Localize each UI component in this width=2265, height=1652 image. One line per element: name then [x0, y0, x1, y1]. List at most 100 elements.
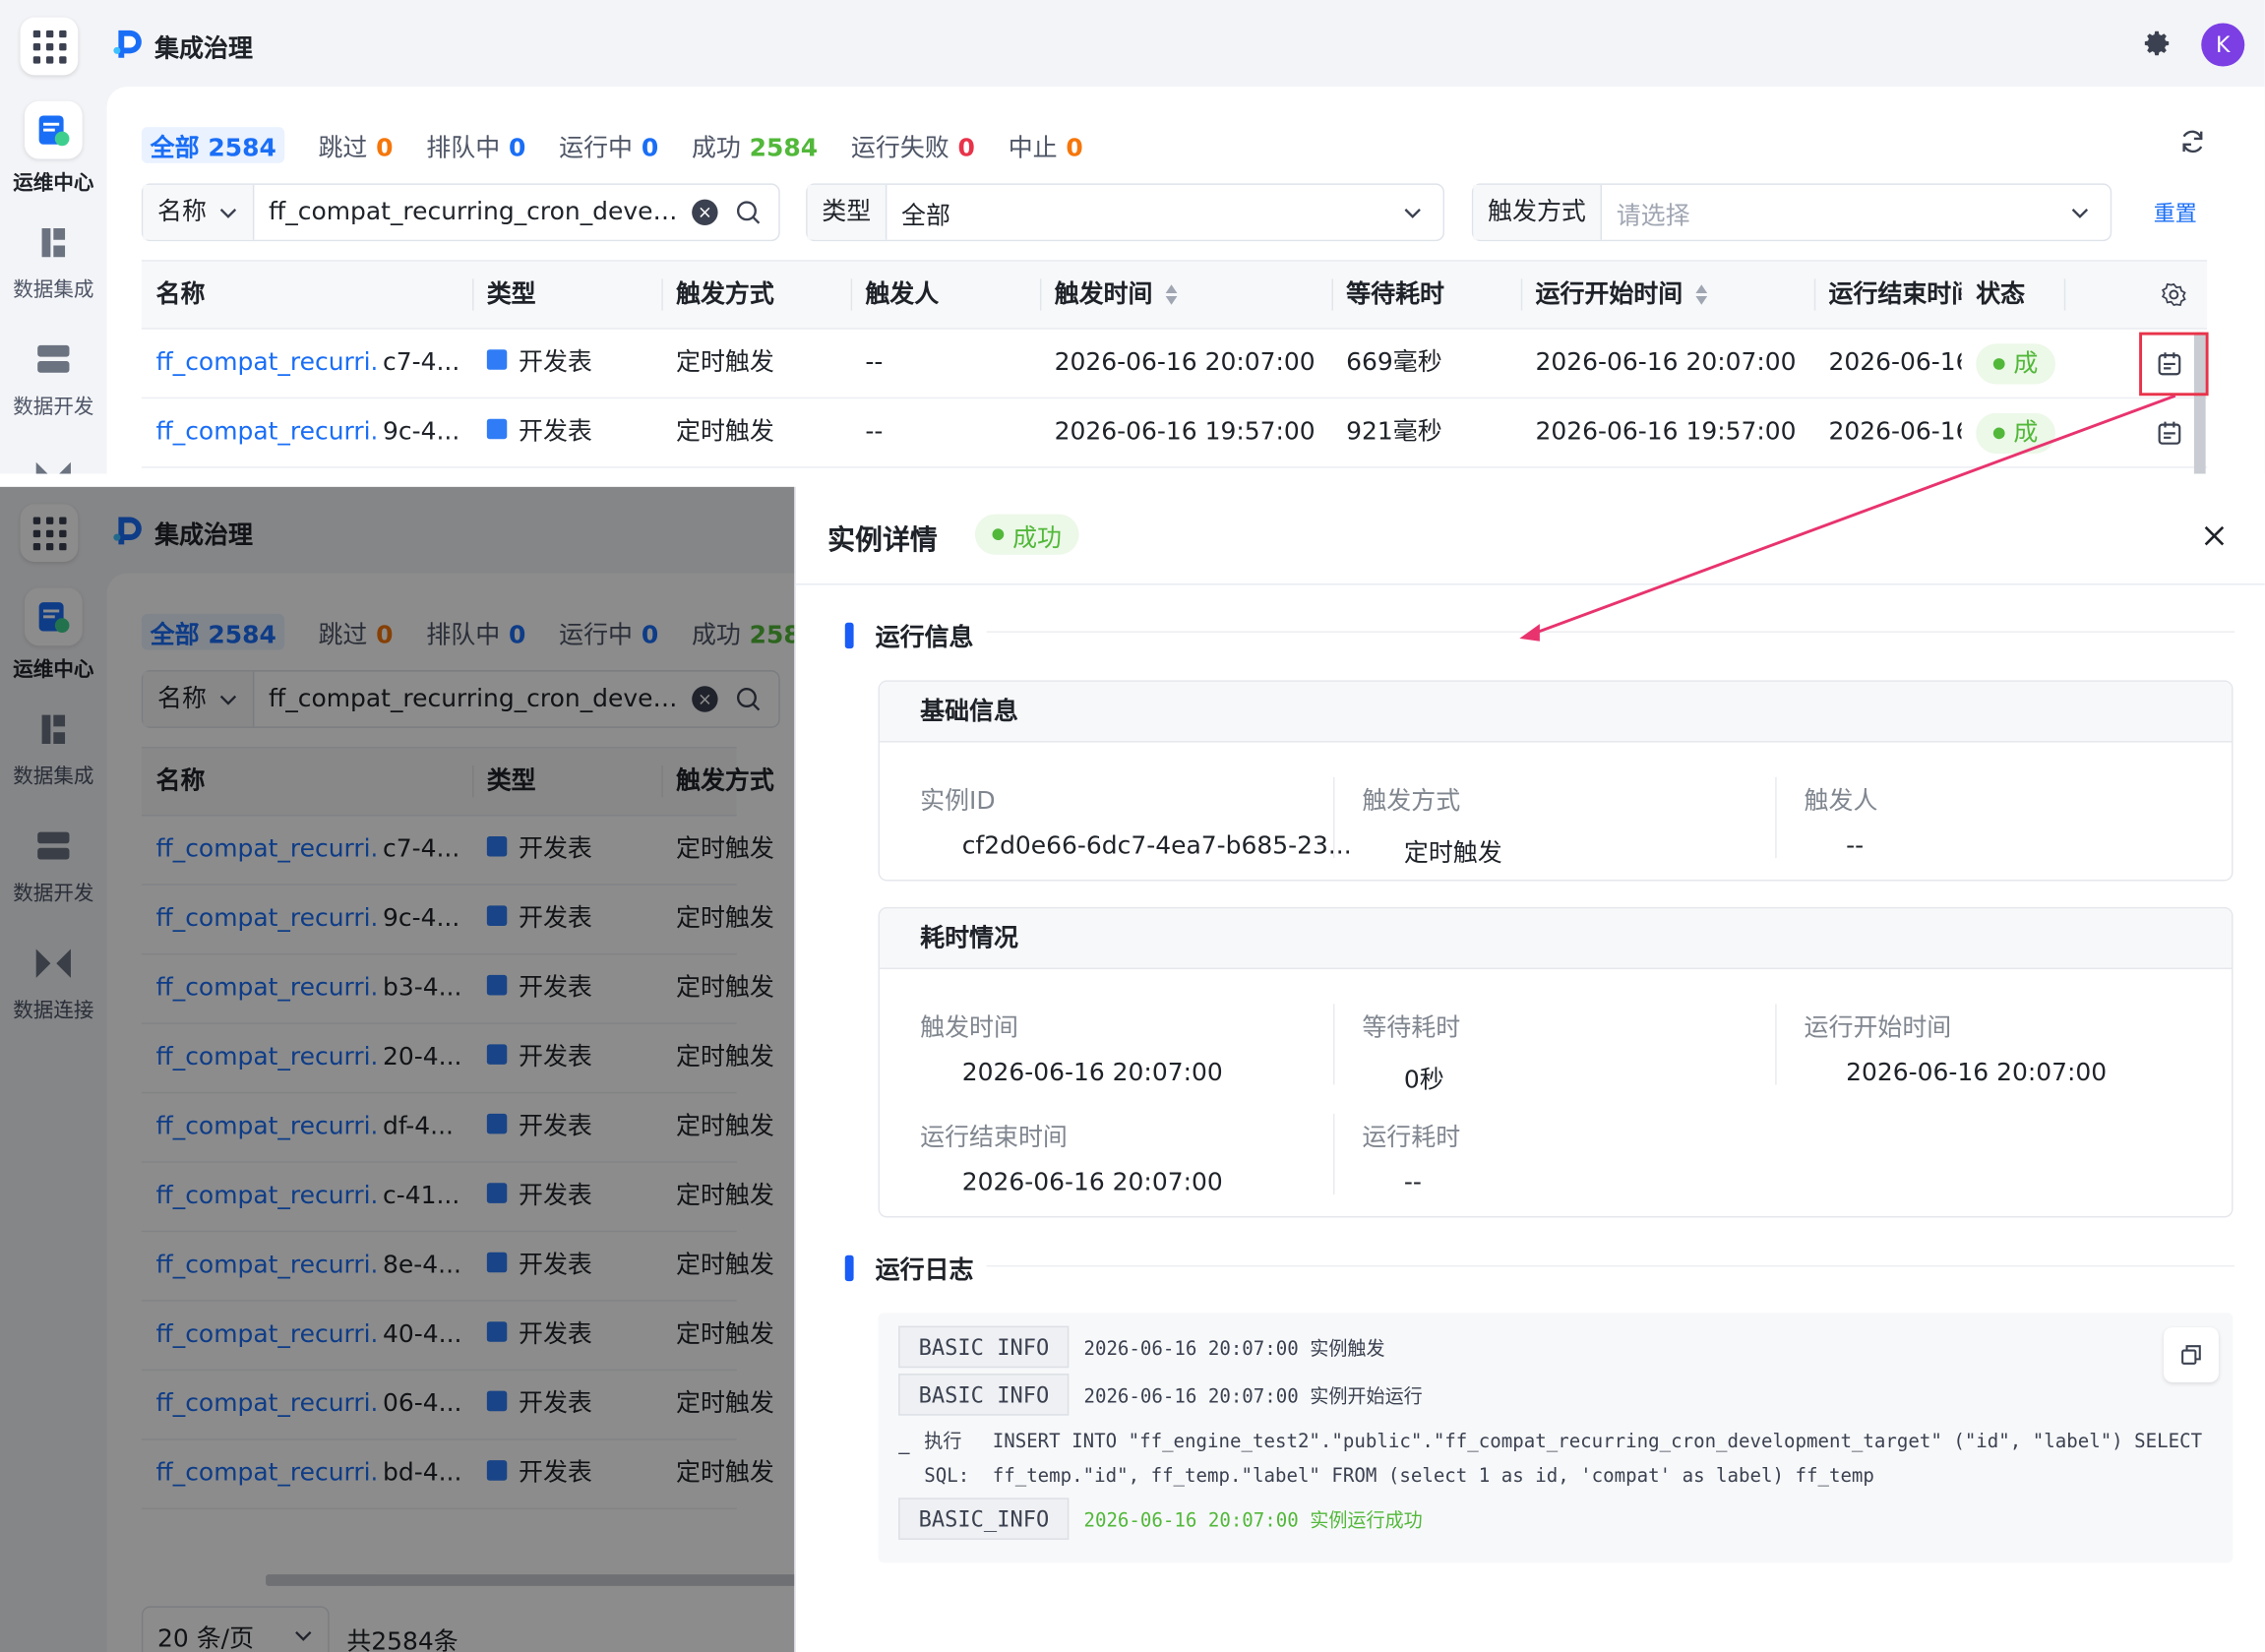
tab-success[interactable]: 成功2584 [692, 127, 818, 163]
field-end-time: 运行结束时间 2026-06-16 20:07:00 [920, 1124, 1223, 1197]
col-trigger: 触发方式 [676, 279, 774, 310]
tab-failed[interactable]: 运行失败 0 [851, 127, 975, 163]
status-tabs: 全部 2584 跳过 0 排队中 0 运行中 0 成功 2584 运行失败 0 中止 0 [141, 127, 1117, 163]
col-name: 名称 [155, 279, 206, 310]
name-filter: 名称 ff_compat_recurring_cron_developm... … [141, 183, 780, 242]
col-type: 类型 [486, 279, 536, 310]
field-duration: 运行耗时 -- [1362, 1124, 1461, 1197]
annotation-highlight-box [2139, 332, 2209, 397]
start-time-cell: 2026-06-16 20:07:00 [1535, 347, 1797, 378]
sidebar-item-data-dev[interactable]: 数据开发 [0, 337, 107, 420]
run-log-box: BASIC INFO 2026-06-16 20:07:00 实例触发 BASIC… [878, 1313, 2234, 1563]
settings-gear-icon[interactable] [2144, 29, 2173, 57]
tab-aborted[interactable]: 中止 0 [1009, 127, 1083, 163]
wait-cell: 921毫秒 [1346, 417, 1442, 447]
log-level-tag: BASIC_INFO [898, 1498, 1070, 1540]
copy-icon [2181, 1345, 2201, 1365]
main-content: 全部 2584 跳过 0 排队中 0 运行中 0 成功 2584 运行失败 0 中止 0 名称… [106, 87, 2265, 474]
instance-detail-icon[interactable] [2157, 420, 2182, 446]
status-badge: 成 [1976, 412, 2055, 454]
field-trigger-by: 触发人 -- [1804, 787, 1878, 861]
search-icon[interactable] [735, 200, 761, 225]
sidebar-item-data-integration[interactable]: 数据集成 [0, 219, 107, 303]
tab-all[interactable]: 全部 2584 [141, 127, 285, 163]
sort-icon[interactable] [1164, 283, 1179, 306]
copy-log-button[interactable] [2164, 1327, 2219, 1382]
log-level-tag: BASIC INFO [898, 1325, 1070, 1369]
end-time-cell: 2026-06-16 [1828, 417, 1962, 447]
tab-running[interactable]: 运行中 0 [559, 127, 658, 163]
name-filter-select[interactable]: 名称 [143, 184, 255, 240]
tab-skipped[interactable]: 跳过 0 [318, 127, 393, 163]
table-row[interactable]: ff_compat_recurri... 9c-4... 开发表 定时触发 --… [141, 398, 2208, 468]
modal-mask[interactable] [0, 486, 795, 1652]
status-cell: 成 [1976, 398, 2065, 466]
trigger-time-cell: 2026-06-16 19:57:00 [1054, 417, 1316, 447]
chevron-down-icon [219, 209, 237, 218]
ops-center-icon [24, 100, 83, 159]
data-integration-icon [31, 219, 77, 266]
chevron-down-icon [2071, 209, 2089, 218]
status-badge: 成 [1976, 343, 2055, 385]
reset-button[interactable]: 重置 [2154, 198, 2197, 228]
log-line: BASIC INFO 2026-06-16 20:07:00 实例触发 [898, 1325, 1385, 1369]
field-trigger-time: 触发时间 2026-06-16 20:07:00 [920, 1013, 1223, 1088]
table-row[interactable]: ff_compat_recurri... c7-4... 开发表 定时触发 --… [141, 330, 2208, 399]
trigger-filter-placeholder: 请选择 [1616, 201, 1690, 231]
type-filter-label: 类型 [807, 184, 888, 240]
col-wait: 等待耗时 [1346, 279, 1444, 310]
refresh-icon[interactable] [2178, 127, 2207, 155]
sidebar-item-ops-center[interactable]: 运维中心 [0, 100, 107, 197]
trigger-by-cell: -- [865, 417, 884, 447]
log-line-sql: – 执行 SQL: INSERT INTO "ff_engine_test2"."… [898, 1431, 2203, 1489]
app-grid-icon[interactable] [20, 17, 79, 76]
field-trigger: 触发方式 定时触发 [1362, 787, 1502, 869]
data-connection-icon [31, 454, 77, 474]
user-avatar[interactable]: K [2201, 23, 2245, 67]
log-level-tag: BASIC INFO [898, 1374, 1070, 1416]
close-icon[interactable] [2201, 522, 2227, 548]
col-end-time: 运行结束时间 [1828, 279, 1962, 310]
end-time-cell: 2026-06-16 [1828, 347, 1962, 378]
trigger-filter[interactable]: 触发方式 请选择 [1471, 183, 2112, 242]
status-cell: 成 [1976, 330, 2065, 398]
trigger-cell: 定时触发 [676, 347, 774, 378]
card-title: 基础信息 [880, 681, 2233, 743]
drawer-header: 实例详情 成功 [795, 487, 2265, 585]
data-dev-icon [31, 337, 77, 383]
column-settings-icon[interactable] [2161, 281, 2186, 307]
brand-logo-icon [113, 30, 142, 58]
section-run-log: 运行日志 [844, 1250, 973, 1286]
basic-info-card: 基础信息 实例ID cf2d0e66-6dc7-4ea7-b685-23... 触… [878, 680, 2234, 882]
sidebar-item-data-connection[interactable] [0, 454, 107, 474]
main-window: 集成治理 K 运维中心 数据集成 数据开发 全部 2584 跳过 0 排队中 0 运行… [0, 0, 2265, 474]
instance-detail-drawer: 实例详情 成功 运行信息 基础信息 实例ID cf2d0e66-6dc7-4ea7… [794, 486, 2265, 1652]
sort-icon[interactable] [1694, 283, 1709, 306]
app-header: 集成治理 K [0, 0, 2265, 87]
sidebar-item-label: 运维中心 [13, 171, 94, 196]
tab-queued[interactable]: 排队中 0 [426, 127, 525, 163]
col-trigger-time[interactable]: 触发时间 [1055, 262, 1329, 329]
start-time-cell: 2026-06-16 19:57:00 [1535, 417, 1797, 447]
field-instance-id: 实例ID cf2d0e66-6dc7-4ea7-b685-23... [920, 787, 1352, 861]
col-start-time[interactable]: 运行开始时间 [1535, 262, 1809, 329]
instance-table: 名称 类型 触发方式 触发人 触发时间 等待耗时 运行开始时间 运行结束时间 状… [141, 260, 2208, 468]
type-filter[interactable]: 类型 全部 [806, 183, 1444, 242]
field-start-time: 运行开始时间 2026-06-16 20:07:00 [1804, 1013, 2108, 1088]
drawer-title: 实例详情 [827, 523, 938, 557]
section-run-info: 运行信息 [844, 617, 973, 653]
status-badge: 成功 [974, 514, 1079, 555]
col-trigger-by: 触发人 [865, 279, 940, 310]
card-title: 耗时情况 [880, 908, 2233, 970]
trigger-by-cell: -- [865, 347, 884, 378]
log-line: BASIC_INFO 2026-06-16 20:07:00 实例运行成功 [898, 1498, 1423, 1540]
timing-card: 耗时情况 触发时间 2026-06-16 20:07:00 等待耗时 0秒 运行开始… [878, 906, 2234, 1218]
instance-id-fragment: 9c-4... [383, 417, 460, 447]
col-status: 状态 [1976, 279, 2026, 310]
name-search-input[interactable]: ff_compat_recurring_cron_developm... [254, 198, 692, 226]
instance-id-fragment: c7-4... [383, 347, 460, 378]
instance-name-link[interactable]: ff_compat_recurri... [156, 398, 376, 466]
table-type-icon [486, 349, 508, 370]
instance-name-link[interactable]: ff_compat_recurri... [156, 330, 376, 398]
clear-icon[interactable]: × [692, 199, 718, 226]
